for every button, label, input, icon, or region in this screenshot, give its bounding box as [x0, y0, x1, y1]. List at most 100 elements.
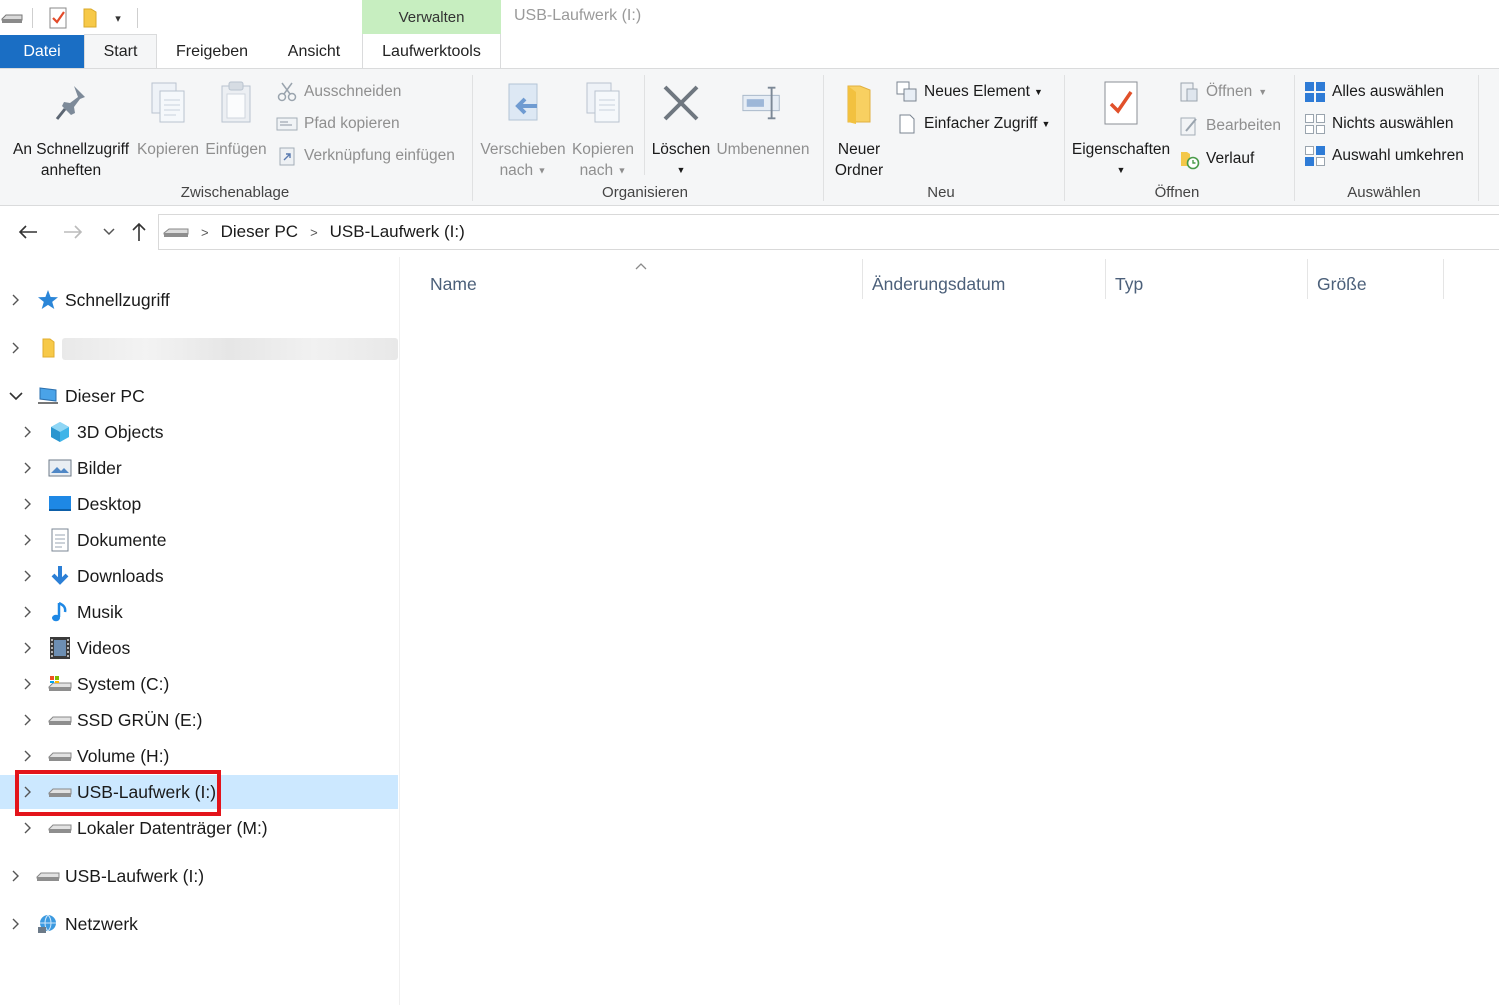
nav-label: System (C:): [77, 673, 170, 694]
address-bar[interactable]: > Dieser PC > USB-Laufwerk (I:): [158, 214, 1499, 250]
new-folder-label-1: Neuer: [837, 141, 881, 158]
pin-to-quick-access-button[interactable]: An Schnellzugriff anheften: [10, 77, 132, 181]
chevron-right-icon[interactable]: [20, 712, 36, 728]
nav-item-pc-child[interactable]: Musik: [0, 595, 398, 629]
documents-icon: [48, 528, 72, 552]
nav-item-pc-child[interactable]: Videos: [0, 631, 398, 665]
chevron-right-icon[interactable]: [20, 424, 36, 440]
chevron-right-icon[interactable]: [8, 868, 24, 884]
chevron-right-icon[interactable]: [20, 460, 36, 476]
breadcrumb-chevron-icon[interactable]: >: [201, 225, 209, 240]
delete-x-icon: [659, 77, 703, 129]
group-label-auswaehlen: Auswählen: [1347, 184, 1421, 201]
nav-label: Desktop: [77, 493, 142, 514]
paste-button[interactable]: Einfügen: [204, 77, 268, 160]
nav-item-schnellzugriff[interactable]: Schnellzugriff: [0, 283, 398, 317]
chevron-right-icon[interactable]: [20, 748, 36, 764]
paste-shortcut-button[interactable]: Verknüpfung einfügen: [276, 143, 455, 169]
copy-to-icon: [581, 77, 625, 129]
column-header-name[interactable]: Name: [430, 267, 860, 301]
tab-ansicht[interactable]: Ansicht: [276, 34, 352, 69]
move-to-button[interactable]: Verschieben nach ▼: [478, 77, 568, 181]
nav-label: Volume (H:): [77, 745, 170, 766]
select-none-button[interactable]: Nichts auswählen: [1304, 111, 1453, 137]
copy-to-button[interactable]: Kopieren nach ▼: [570, 77, 636, 181]
back-arrow-icon[interactable]: [15, 219, 41, 245]
chevron-right-icon[interactable]: [20, 532, 36, 548]
new-folder-icon[interactable]: [78, 6, 102, 30]
nav-item-pc-child[interactable]: Downloads: [0, 559, 398, 593]
chevron-right-icon[interactable]: [20, 640, 36, 656]
chevron-right-icon[interactable]: [8, 340, 24, 356]
nav-item-pc-child[interactable]: Dokumente: [0, 523, 398, 557]
new-item-button[interactable]: Neues Element ▼: [896, 79, 1043, 105]
music-icon: [48, 600, 72, 624]
recent-locations-chevron-icon[interactable]: [96, 219, 122, 245]
column-header-size[interactable]: Größe: [1317, 267, 1437, 301]
invert-selection-button[interactable]: Auswahl umkehren: [1304, 143, 1464, 169]
rename-button[interactable]: Umbenennen: [714, 77, 812, 160]
properties-icon[interactable]: [46, 6, 70, 30]
group-label-neu: Neu: [927, 184, 955, 201]
copy-path-button[interactable]: Pfad kopieren: [276, 111, 400, 137]
ribbon: An Schnellzugriff anheften Kopieren Einf…: [0, 68, 1499, 206]
nav-item-pc-child[interactable]: Volume (H:): [0, 739, 398, 773]
column-header-type[interactable]: Typ: [1115, 267, 1305, 301]
drive-icon[interactable]: [0, 6, 24, 30]
chevron-right-icon[interactable]: [20, 676, 36, 692]
tab-start[interactable]: Start: [84, 34, 157, 69]
edit-button[interactable]: Bearbeiten: [1178, 113, 1281, 139]
dropdown-caret-icon: ▼: [1033, 87, 1043, 97]
nav-item-usb-root[interactable]: USB-Laufwerk (I:): [0, 859, 398, 893]
history-label: Verlauf: [1206, 150, 1255, 167]
nav-item-pc-child[interactable]: 3D Objects: [0, 415, 398, 449]
nav-item-pc-child[interactable]: Bilder: [0, 451, 398, 485]
copy-to-label-2: nach: [579, 162, 614, 179]
tab-laufwerktools[interactable]: Laufwerktools: [362, 34, 501, 69]
chevron-right-icon[interactable]: [20, 568, 36, 584]
cut-button[interactable]: Ausschneiden: [276, 79, 401, 105]
chevron-right-icon[interactable]: [20, 496, 36, 512]
open-button[interactable]: Öffnen ▼: [1178, 79, 1267, 105]
pictures-icon: [48, 456, 72, 480]
breadcrumb-dieser-pc[interactable]: Dieser PC: [221, 222, 298, 242]
drive-icon: [48, 816, 72, 840]
column-header-date[interactable]: Änderungsdatum: [872, 267, 1102, 301]
chevron-right-icon[interactable]: [20, 820, 36, 836]
edit-label: Bearbeiten: [1206, 117, 1281, 134]
chevron-right-icon[interactable]: [20, 604, 36, 620]
breadcrumb-chevron-icon[interactable]: >: [310, 225, 318, 240]
edit-icon: [1178, 115, 1200, 137]
up-arrow-icon[interactable]: [126, 219, 152, 245]
nav-item-pc-child[interactable]: Desktop: [0, 487, 398, 521]
highlight-annotation-box: [15, 770, 221, 816]
easy-access-button[interactable]: Einfacher Zugriff ▼: [896, 111, 1050, 137]
nav-item-dieser-pc[interactable]: Dieser PC: [0, 379, 398, 413]
copy-button[interactable]: Kopieren: [136, 77, 200, 160]
properties-button[interactable]: Eigenschaften ▼: [1070, 77, 1172, 181]
copy-path-icon: [276, 113, 298, 135]
tab-freigeben[interactable]: Freigeben: [163, 34, 261, 69]
nav-item-pc-child[interactable]: SSD GRÜN (E:): [0, 703, 398, 737]
chevron-right-icon[interactable]: [8, 916, 24, 932]
drive-icon: [163, 225, 189, 239]
navigation-bar: > Dieser PC > USB-Laufwerk (I:): [0, 207, 1499, 257]
copy-label: Kopieren: [136, 141, 200, 158]
downloads-icon: [48, 564, 72, 588]
chevron-right-icon[interactable]: [8, 292, 24, 308]
breadcrumb-usb-laufwerk[interactable]: USB-Laufwerk (I:): [330, 222, 465, 242]
nav-label: Musik: [77, 601, 123, 622]
history-button[interactable]: Verlauf: [1178, 146, 1254, 172]
nav-item-pc-child[interactable]: Lokaler Datenträger (M:): [0, 811, 398, 845]
nav-item-pc-child[interactable]: System (C:): [0, 667, 398, 701]
videos-icon: [48, 636, 72, 660]
customize-qat-icon[interactable]: ▾: [106, 6, 130, 30]
select-all-button[interactable]: Alles auswählen: [1304, 79, 1444, 105]
new-folder-button[interactable]: Neuer Ordner: [828, 77, 890, 181]
nav-item-netzwerk[interactable]: Netzwerk: [0, 907, 398, 941]
forward-arrow-icon[interactable]: [60, 219, 86, 245]
desktop-icon: [48, 492, 72, 516]
tab-datei[interactable]: Datei: [0, 35, 84, 68]
delete-button[interactable]: Löschen ▼: [650, 77, 712, 181]
chevron-down-icon[interactable]: [8, 388, 24, 404]
